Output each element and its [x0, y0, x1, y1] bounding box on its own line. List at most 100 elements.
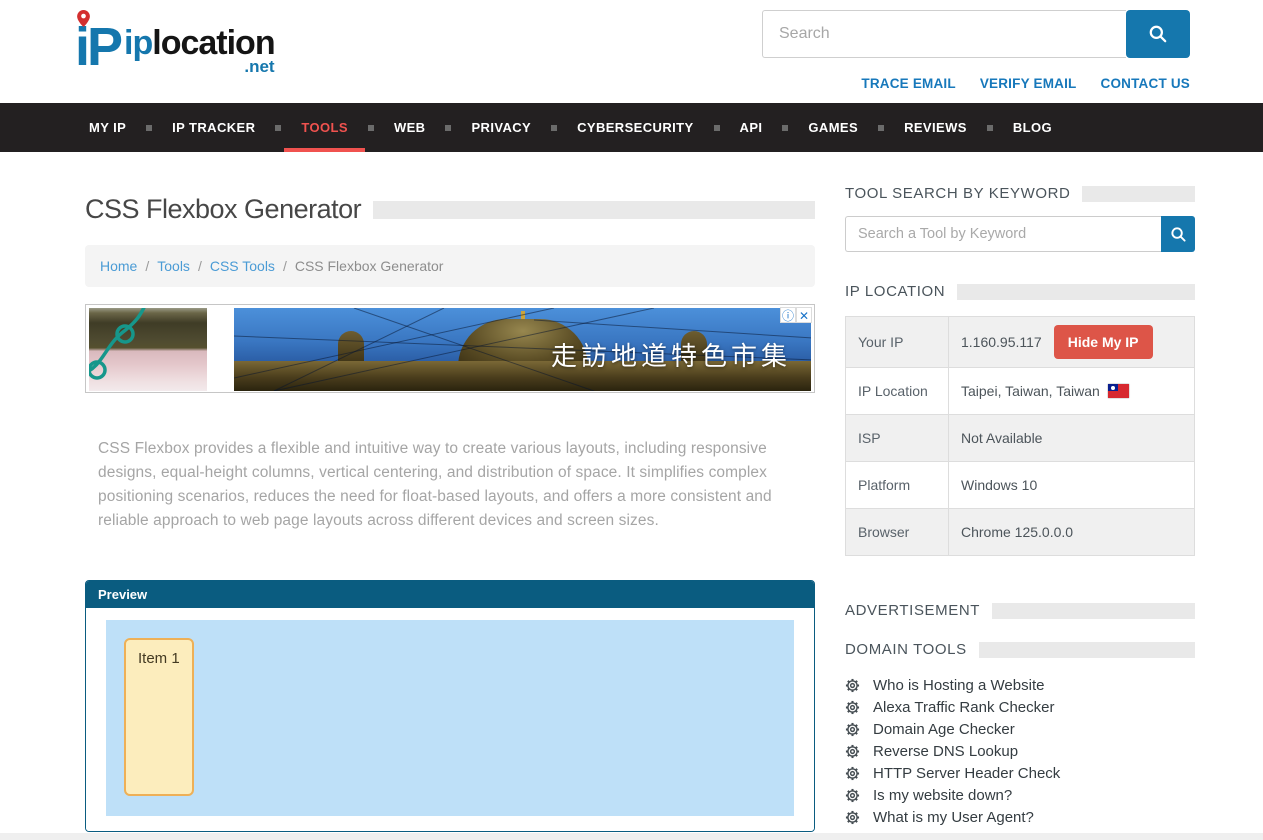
nav-separator: [987, 125, 993, 131]
platform-value: Windows 10: [949, 462, 1195, 509]
content: CSS Flexbox Generator Home / Tools / CSS…: [0, 152, 1263, 832]
gear-icon: [845, 700, 860, 715]
hide-my-ip-button[interactable]: Hide My IP: [1054, 325, 1153, 359]
nav-item-blog[interactable]: BLOG: [996, 103, 1069, 152]
tool-link-website-down[interactable]: Is my website down?: [873, 787, 1012, 804]
tool-link-domain-age[interactable]: Domain Age Checker: [873, 721, 1015, 738]
row-value-cell: 1.160.95.117Hide My IP: [949, 317, 1195, 368]
nav-item-privacy[interactable]: PRIVACY: [454, 103, 548, 152]
row-label: IP Location: [846, 368, 949, 415]
tool-link-http-header[interactable]: HTTP Server Header Check: [873, 765, 1060, 782]
breadcrumb-home[interactable]: Home: [100, 258, 137, 274]
row-label: Platform: [846, 462, 949, 509]
nav-separator: [551, 125, 557, 131]
breadcrumb-css-tools[interactable]: CSS Tools: [210, 258, 275, 274]
preview-panel: Preview Item 1: [85, 580, 815, 832]
advertisement-heading-row: ADVERTISEMENT: [845, 602, 1195, 619]
heading-decoration-bar: [1082, 186, 1195, 202]
domain-tools-heading-row: DOMAIN TOOLS: [845, 641, 1195, 658]
tool-link-user-agent[interactable]: What is my User Agent?: [873, 809, 1034, 826]
breadcrumb-tools[interactable]: Tools: [157, 258, 190, 274]
tool-link-alexa-rank[interactable]: Alexa Traffic Rank Checker: [873, 699, 1054, 716]
tool-search-input[interactable]: [845, 216, 1161, 252]
search-icon: [1170, 226, 1187, 243]
advertisement-heading: ADVERTISEMENT: [845, 602, 980, 619]
trace-email-link[interactable]: TRACE EMAIL: [861, 76, 955, 91]
tool-link-who-is-hosting[interactable]: Who is Hosting a Website: [873, 677, 1044, 694]
preview-panel-header: Preview: [86, 581, 814, 608]
table-row: Platform Windows 10: [846, 462, 1195, 509]
nav-item-reviews[interactable]: REVIEWS: [887, 103, 984, 152]
ip-location-value: Taipei, Taiwan, Taiwan: [961, 383, 1100, 399]
nav-item-ip-tracker[interactable]: IP TRACKER: [155, 103, 272, 152]
main-nav: MY IP IP TRACKER TOOLS WEB PRIVACY CYBER…: [0, 103, 1263, 152]
ad-controls: ⓘ ✕: [780, 307, 812, 323]
nav-separator: [146, 125, 152, 131]
nav-item-games[interactable]: GAMES: [791, 103, 875, 152]
nav-separator: [878, 125, 884, 131]
breadcrumb-separator: /: [198, 258, 202, 274]
header-search-input[interactable]: [762, 10, 1126, 58]
list-item: What is my User Agent?: [845, 806, 1195, 828]
nav-item-tools[interactable]: TOOLS: [284, 103, 365, 152]
gear-icon: [845, 722, 860, 737]
tool-search-button[interactable]: [1161, 216, 1195, 252]
contact-us-link[interactable]: CONTACT US: [1101, 76, 1191, 91]
row-label: ISP: [846, 415, 949, 462]
header-search: [762, 10, 1190, 58]
isp-value: Not Available: [949, 415, 1195, 462]
logo-wordmark: iplocation .net: [124, 6, 275, 75]
list-item: Alexa Traffic Rank Checker: [845, 696, 1195, 718]
breadcrumb-separator: /: [145, 258, 149, 274]
nav-separator: [445, 125, 451, 131]
ad-info-icon[interactable]: ⓘ: [780, 307, 796, 323]
ip-location-table: Your IP 1.160.95.117Hide My IP IP Locati…: [845, 316, 1195, 556]
tool-search: [845, 216, 1195, 252]
ad-gap: [207, 308, 234, 389]
taiwan-flag-icon: [1108, 384, 1129, 398]
title-row: CSS Flexbox Generator: [85, 194, 815, 225]
nav-item-my-ip[interactable]: MY IP: [72, 103, 143, 152]
nav-item-web[interactable]: WEB: [377, 103, 443, 152]
nav-separator: [782, 125, 788, 131]
ad-close-icon[interactable]: ✕: [796, 307, 812, 323]
heading-decoration-bar: [992, 603, 1195, 619]
search-icon: [1148, 24, 1168, 44]
gear-icon: [845, 766, 860, 781]
verify-email-link[interactable]: VERIFY EMAIL: [980, 76, 1077, 91]
row-value-cell: Taipei, Taiwan, Taiwan: [949, 368, 1195, 415]
tool-search-heading-row: TOOL SEARCH BY KEYWORD: [845, 185, 1195, 202]
table-row: Your IP 1.160.95.117Hide My IP: [846, 317, 1195, 368]
list-item: Who is Hosting a Website: [845, 674, 1195, 696]
nav-separator: [368, 125, 374, 131]
ad-banner[interactable]: 走訪地道特色市集 ⓘ ✕: [85, 304, 815, 393]
gear-icon: [845, 788, 860, 803]
list-item: HTTP Server Header Check: [845, 762, 1195, 784]
domain-tools-heading: DOMAIN TOOLS: [845, 641, 967, 658]
row-label: Your IP: [846, 317, 949, 368]
header-search-button[interactable]: [1126, 10, 1190, 58]
nav-item-api[interactable]: API: [723, 103, 780, 152]
nav-separator: [714, 125, 720, 131]
tool-description: CSS Flexbox provides a flexible and intu…: [85, 437, 815, 533]
list-item: Domain Age Checker: [845, 718, 1195, 740]
list-item: Reverse DNS Lookup: [845, 740, 1195, 762]
gear-icon: [845, 678, 860, 693]
nav-item-cybersecurity[interactable]: CYBERSECURITY: [560, 103, 710, 152]
site-logo[interactable]: iP iplocation .net: [75, 6, 275, 75]
table-row: Browser Chrome 125.0.0.0: [846, 509, 1195, 556]
breadcrumb: Home / Tools / CSS Tools / CSS Flexbox G…: [85, 245, 815, 287]
tool-link-reverse-dns[interactable]: Reverse DNS Lookup: [873, 743, 1018, 760]
page: iP iplocation .net TRACE EMAIL VERIFY EM…: [0, 0, 1263, 833]
flex-preview-container: Item 1: [106, 620, 794, 816]
location-pin-icon: [77, 10, 90, 27]
main-column: CSS Flexbox Generator Home / Tools / CSS…: [85, 152, 815, 832]
preview-panel-body: Item 1: [86, 608, 814, 831]
sidebar: TOOL SEARCH BY KEYWORD IP LOCATION Your …: [845, 152, 1195, 832]
title-decoration-bar: [373, 201, 815, 219]
gear-icon: [845, 744, 860, 759]
page-title: CSS Flexbox Generator: [85, 194, 361, 225]
nav-separator: [275, 125, 281, 131]
row-label: Browser: [846, 509, 949, 556]
breadcrumb-current: CSS Flexbox Generator: [295, 258, 444, 274]
